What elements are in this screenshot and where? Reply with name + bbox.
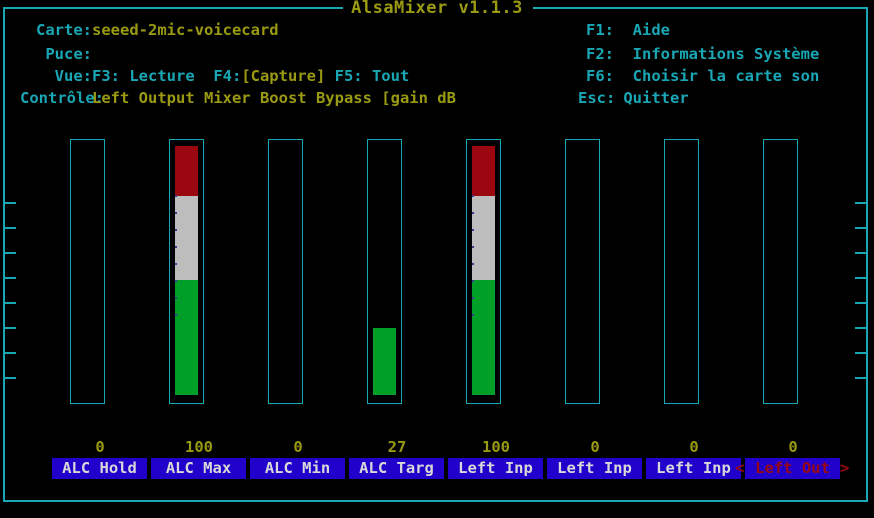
- channel-label[interactable]: ALC Min: [250, 458, 345, 479]
- scale-tick-r-3: [855, 277, 866, 279]
- window-border-left: [3, 7, 5, 502]
- volume-bar-fill[interactable]: [472, 146, 495, 395]
- volume-segment-red: [175, 146, 198, 196]
- control-label: Contrôle:: [20, 89, 104, 107]
- volume-bar-fill[interactable]: [769, 146, 792, 395]
- channel-value: 100: [482, 438, 510, 456]
- window-border-right: [866, 7, 868, 502]
- card-label: Carte:: [36, 21, 92, 39]
- bar-inner-tick: [175, 195, 177, 197]
- scale-tick-r-5: [855, 327, 866, 329]
- channel-value: 27: [387, 438, 407, 456]
- scale-tick-l-6: [5, 352, 16, 354]
- scale-tick-r-0: [855, 202, 866, 204]
- volume-bar-fill[interactable]: [175, 146, 198, 395]
- scale-tick-r-6: [855, 352, 866, 354]
- scale-tick-l-0: [5, 202, 16, 204]
- volume-bar-fill[interactable]: [670, 146, 693, 395]
- volume-bar-fill[interactable]: [76, 146, 99, 395]
- bar-inner-tick: [472, 263, 474, 265]
- channel-label[interactable]: Left Inp: [646, 458, 741, 479]
- bar-inner-ticks: [175, 195, 177, 316]
- scale-tick-l-4: [5, 302, 16, 304]
- channel-label[interactable]: Left Inp: [448, 458, 543, 479]
- channel-label[interactable]: ALC Hold: [52, 458, 147, 479]
- help-row[interactable]: F1: Aide: [578, 18, 670, 43]
- scale-tick-l-1: [5, 227, 16, 229]
- volume-segment-gray: [472, 195, 495, 281]
- bar-inner-tick: [472, 195, 474, 197]
- f1-key: F1:: [586, 21, 614, 39]
- control-row: Contrôle:Left Output Mixer Boost Bypass …: [20, 86, 456, 111]
- card-value: seeed-2mic-voicecard: [92, 21, 279, 39]
- bar-inner-tick: [472, 246, 474, 248]
- esc-key: Esc:: [578, 89, 616, 107]
- bar-inner-tick: [175, 212, 177, 214]
- volume-segment-red: [472, 146, 495, 196]
- f2-action: Informations Système: [632, 45, 820, 63]
- bar-inner-tick: [175, 297, 177, 299]
- selection-bracket-left: <: [735, 459, 745, 477]
- view-playback-option[interactable]: F3: Lecture F4:: [92, 67, 241, 85]
- channel-label[interactable]: ALC Max: [151, 458, 246, 479]
- scale-tick-l-5: [5, 327, 16, 329]
- channel-value: 0: [293, 438, 303, 456]
- quit-row[interactable]: Esc: Quitter: [578, 86, 689, 111]
- bar-inner-tick: [175, 229, 177, 231]
- volume-segment-green: [373, 327, 396, 395]
- scale-tick-r-2: [855, 252, 866, 254]
- scale-tick-r-1: [855, 227, 866, 229]
- channel-label[interactable]: ALC Targ: [349, 458, 444, 479]
- volume-segment-green: [472, 280, 495, 395]
- selection-bracket-right: >: [840, 459, 850, 477]
- bar-inner-tick: [175, 280, 177, 282]
- view-capture-option[interactable]: [Capture]: [241, 67, 325, 85]
- esc-action: Quitter: [623, 89, 689, 107]
- channel-label[interactable]: Left Inp: [547, 458, 642, 479]
- bar-inner-tick: [175, 314, 177, 316]
- volume-bar-fill[interactable]: [373, 146, 396, 395]
- scale-tick-r-7: [855, 377, 866, 379]
- channel-label[interactable]: Left Out: [745, 458, 840, 479]
- bar-inner-tick: [472, 314, 474, 316]
- scale-tick-r-4: [855, 302, 866, 304]
- alsamixer-window: AlsaMixer v1.1.3 Carte:seeed-2mic-voicec…: [0, 0, 874, 518]
- volume-bar-fill[interactable]: [274, 146, 297, 395]
- view-all-option[interactable]: F5: Tout: [325, 67, 410, 85]
- f6-action: Choisir la carte son: [632, 67, 820, 85]
- window-border-bottom: [3, 500, 868, 502]
- bar-inner-tick: [472, 229, 474, 231]
- bar-inner-ticks: [472, 195, 474, 316]
- channel-value: 0: [689, 438, 699, 456]
- channel-value: 0: [788, 438, 798, 456]
- volume-segment-green: [175, 280, 198, 395]
- control-value: Left Output Mixer Boost Bypass [gain dB: [92, 89, 456, 107]
- channel-value: 100: [185, 438, 213, 456]
- window-title: AlsaMixer v1.1.3: [351, 0, 523, 18]
- bar-inner-tick: [175, 246, 177, 248]
- scale-tick-l-2: [5, 252, 16, 254]
- channel-value: 0: [95, 438, 105, 456]
- bar-inner-tick: [472, 280, 474, 282]
- bar-inner-tick: [472, 297, 474, 299]
- bar-inner-tick: [472, 212, 474, 214]
- scale-tick-l-3: [5, 277, 16, 279]
- volume-segment-gray: [175, 195, 198, 281]
- volume-bar-fill[interactable]: [571, 146, 594, 395]
- scale-tick-l-7: [5, 377, 16, 379]
- channel-value: 0: [590, 438, 600, 456]
- card-row: Carte:seeed-2mic-voicecard: [20, 18, 279, 43]
- bar-inner-tick: [175, 263, 177, 265]
- f1-action: Aide: [632, 21, 670, 39]
